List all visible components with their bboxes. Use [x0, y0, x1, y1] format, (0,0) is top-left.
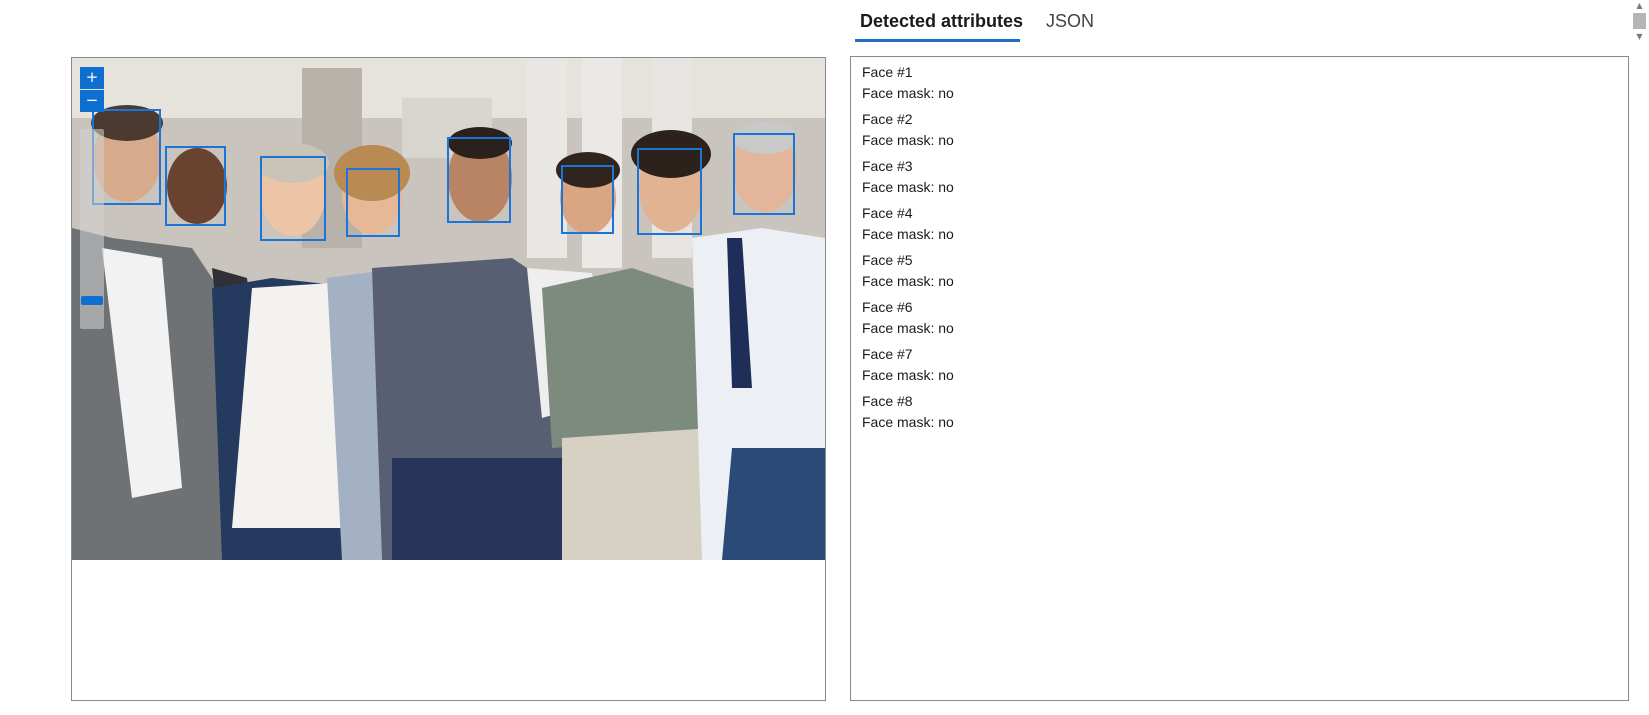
chevron-down-icon[interactable]: ▼	[1633, 32, 1646, 42]
face-title: Face #1	[862, 64, 913, 80]
face-title: Face #6	[862, 299, 913, 315]
face-mask-value: Face mask: no	[862, 226, 954, 242]
face-mask-value: Face mask: no	[862, 367, 954, 383]
analyzed-photo	[72, 58, 825, 560]
image-viewer: + −	[71, 57, 826, 701]
zoom-control: + −	[80, 67, 104, 329]
face-title: Face #7	[862, 346, 913, 362]
face-box-8	[733, 133, 795, 215]
face-result-4: Face #4 Face mask: no	[862, 203, 1617, 245]
zoom-in-button[interactable]: +	[80, 67, 104, 89]
face-title: Face #8	[862, 393, 913, 409]
zoom-out-button[interactable]: −	[80, 90, 104, 112]
face-mask-value: Face mask: no	[862, 273, 954, 289]
page-scrollbar[interactable]: ▲ ▼	[1630, 0, 1649, 44]
face-result-5: Face #5 Face mask: no	[862, 250, 1617, 292]
face-title: Face #5	[862, 252, 913, 268]
zoom-slider-thumb[interactable]	[81, 296, 103, 305]
face-box-6	[561, 165, 614, 234]
face-mask-value: Face mask: no	[862, 414, 954, 430]
detected-attributes-panel: Face #1 Face mask: no Face #2 Face mask:…	[850, 56, 1629, 701]
face-result-2: Face #2 Face mask: no	[862, 109, 1617, 151]
face-box-4	[346, 168, 400, 237]
face-result-7: Face #7 Face mask: no	[862, 344, 1617, 386]
face-result-6: Face #6 Face mask: no	[862, 297, 1617, 339]
group-photo-illustration	[72, 58, 825, 560]
face-mask-value: Face mask: no	[862, 320, 954, 336]
chevron-up-icon[interactable]: ▲	[1633, 1, 1646, 11]
face-box-2	[165, 146, 226, 226]
face-result-1: Face #1 Face mask: no	[862, 62, 1617, 104]
face-result-3: Face #3 Face mask: no	[862, 156, 1617, 198]
zoom-slider[interactable]	[80, 129, 104, 329]
face-title: Face #2	[862, 111, 913, 127]
scrollbar-thumb[interactable]	[1633, 13, 1646, 29]
face-box-3	[260, 156, 326, 241]
face-mask-value: Face mask: no	[862, 85, 954, 101]
face-mask-value: Face mask: no	[862, 132, 954, 148]
face-mask-value: Face mask: no	[862, 179, 954, 195]
face-result-8: Face #8 Face mask: no	[862, 391, 1617, 433]
face-title: Face #3	[862, 158, 913, 174]
tab-detected-attributes[interactable]: Detected attributes	[855, 8, 1023, 44]
tab-json[interactable]: JSON	[1046, 8, 1094, 44]
face-box-7	[637, 148, 702, 235]
face-box-5	[447, 137, 511, 223]
face-title: Face #4	[862, 205, 913, 221]
